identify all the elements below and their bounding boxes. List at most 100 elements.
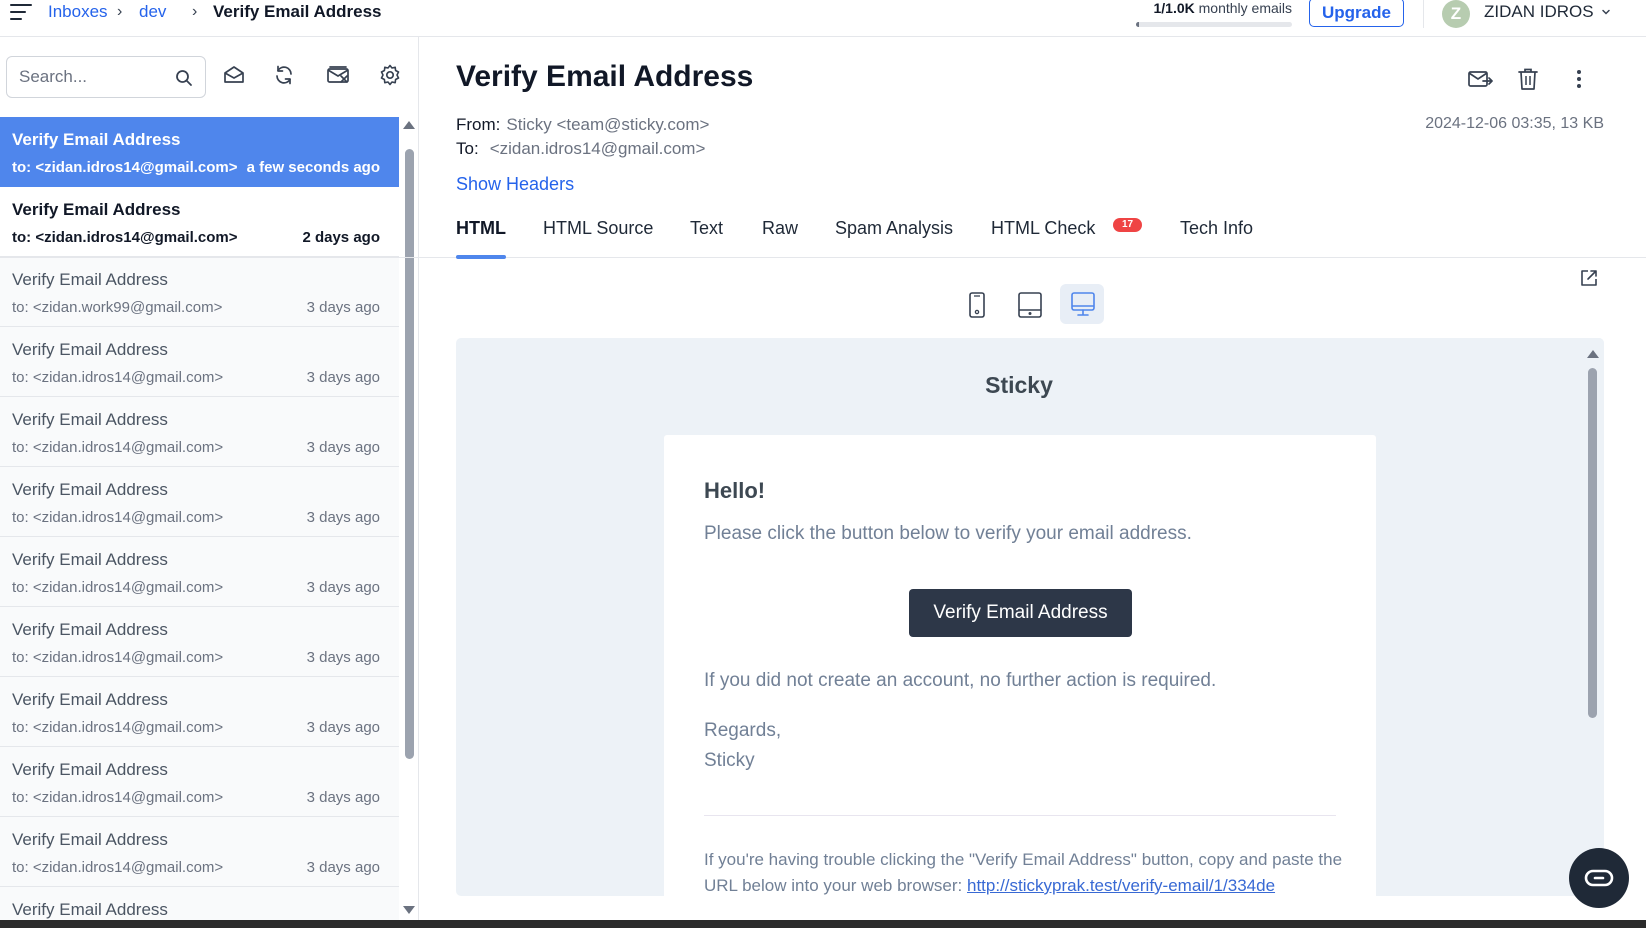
email-recipient: to: <zidan.idros14@gmail.com> [12,509,224,526]
user-menu[interactable]: ZIDAN IDROS [1484,1,1594,23]
email-subject: Verify Email Address [12,340,168,359]
email-recipient: to: <zidan.idros14@gmail.com> [12,369,224,386]
email-recipient: to: <zidan.idros14@gmail.com> [12,719,224,736]
email-time: 3 days ago [306,649,380,666]
list-item[interactable]: Verify Email Address to: <zidan.work99@gm… [0,257,399,327]
tab-html-check[interactable]: HTML Check [991,218,1095,258]
search-icon[interactable] [175,69,193,87]
tab-html[interactable]: HTML [456,218,506,259]
list-item[interactable]: Verify Email Address to: <zidan.idros14@g… [0,327,399,397]
email-intro: Please click the button below to verify … [704,523,1192,544]
tab-spam-analysis[interactable]: Spam Analysis [835,218,953,258]
list-item[interactable]: Verify Email Address to: <zidan.idros14@g… [0,467,399,537]
divider [1423,0,1424,28]
verify-email-button[interactable]: Verify Email Address [909,589,1132,637]
email-time: 3 days ago [306,859,380,876]
scroll-down-icon[interactable] [403,906,415,914]
email-outro: If you did not create an account, no fur… [704,670,1217,691]
scroll-up-icon[interactable] [403,121,415,129]
avatar[interactable]: Z [1442,0,1470,28]
message-date-size: 2024-12-06 03:35, 13 KB [1425,115,1604,132]
taskbar-strip [0,920,1646,928]
upgrade-button[interactable]: Upgrade [1309,0,1404,27]
email-recipient: to: <zidan.idros14@gmail.com> [12,439,224,456]
list-item[interactable]: Verify Email Address to: <zidan.idros14@g… [0,677,399,747]
tab-text[interactable]: Text [690,218,723,258]
view-tabs: HTML HTML Source Text Raw Spam Analysis … [0,214,1646,259]
search-box[interactable] [6,56,206,98]
list-item[interactable]: Verify Email Address to: <zidan.idros14@g… [0,537,399,607]
tablet-view-button[interactable] [1007,284,1051,324]
breadcrumb-separator: › [117,3,123,20]
preview-scrollbar[interactable] [1582,338,1604,896]
usage-count: 1/1.0K [1153,0,1195,16]
tab-raw[interactable]: Raw [762,218,798,258]
email-recipient: to: <zidan.idros14@gmail.com> [12,789,224,806]
email-recipient: to: <zidan.idros14@gmail.com> [12,859,224,876]
chat-icon [1584,869,1614,887]
app-window: Inboxes › dev › Verify Email Address 1/1… [0,0,1646,928]
list-item[interactable]: Verify Email Address to: <zidan.idros14@g… [0,397,399,467]
email-greeting: Hello! [704,478,766,503]
breadcrumb-inbox-dev[interactable]: dev [139,1,166,23]
email-regards: Regards, [704,720,782,741]
tab-html-source[interactable]: HTML Source [543,218,653,258]
to-label: To: [456,139,479,158]
more-icon[interactable] [1566,66,1592,92]
from-value: Sticky <team@sticky.com> [506,115,710,134]
delete-all-icon[interactable] [326,63,350,87]
forward-icon[interactable] [1467,66,1493,92]
refresh-icon[interactable] [272,63,296,87]
list-item[interactable]: Verify Email Address to: <zidan.idros14@g… [0,607,399,677]
from-label: From: [456,115,501,134]
email-time: 3 days ago [306,439,380,456]
email-subject: Verify Email Address [12,130,181,149]
menu-icon[interactable] [10,4,32,20]
settings-icon[interactable] [378,63,402,87]
email-recipient: to: <zidan.idros14@gmail.com> [12,159,238,176]
search-input[interactable] [19,66,169,88]
list-item[interactable]: Verify Email Address to: <zidan.idros14@g… [0,817,399,887]
message-title: Verify Email Address [456,60,754,93]
show-headers-link[interactable]: Show Headers [456,174,574,195]
email-brand[interactable]: Sticky [456,372,1582,399]
email-time: 3 days ago [306,369,380,386]
email-recipient: to: <zidan.work99@gmail.com> [12,299,223,316]
email-subject: Verify Email Address [12,690,168,709]
email-subject: Verify Email Address [12,550,168,569]
email-signature: Sticky [704,750,755,771]
scrollbar-thumb[interactable] [1588,368,1597,718]
chevron-down-icon[interactable] [1600,6,1612,18]
email-time: 3 days ago [306,579,380,596]
tab-tech-info[interactable]: Tech Info [1180,218,1253,258]
trash-icon[interactable] [1515,66,1541,92]
email-subject: Verify Email Address [12,410,168,429]
usage-bar-fill [1136,22,1140,27]
email-time: 3 days ago [306,299,380,316]
list-item[interactable]: Verify Email Address [0,887,399,920]
chat-button[interactable] [1569,848,1629,908]
from-line: From: Sticky <team@sticky.com> [456,115,709,135]
open-external-icon[interactable] [1579,268,1599,288]
verify-link[interactable]: http://stickyprak.test/verify-email/1/33… [967,876,1275,895]
email-subject: Verify Email Address [12,760,168,779]
list-item[interactable]: Verify Email Address to: <zidan.idros14@g… [0,747,399,817]
scroll-up-icon[interactable] [1587,350,1599,358]
divider [704,815,1336,816]
usage-meter: 1/1.0K monthly emails [1136,0,1292,27]
inbox-panel: Verify Email Address to: <zidan.idros14@g… [0,37,419,920]
email-subject: Verify Email Address [12,900,168,919]
desktop-view-button[interactable] [1060,284,1104,324]
usage-bar [1136,22,1292,27]
breadcrumb-inboxes[interactable]: Inboxes [48,1,108,23]
top-bar: Inboxes › dev › Verify Email Address 1/1… [0,0,1646,37]
email-subject: Verify Email Address [12,270,168,289]
list-item[interactable]: Verify Email Address to: <zidan.idros14@g… [0,117,399,187]
html-check-badge: 17 [1113,218,1142,232]
mobile-view-button[interactable] [955,284,999,324]
email-subject: Verify Email Address [12,480,168,499]
tablet-view-icon [1018,292,1042,318]
mark-read-icon[interactable] [222,63,246,87]
desktop-view-icon [1071,292,1095,316]
usage-label: monthly emails [1198,0,1292,16]
